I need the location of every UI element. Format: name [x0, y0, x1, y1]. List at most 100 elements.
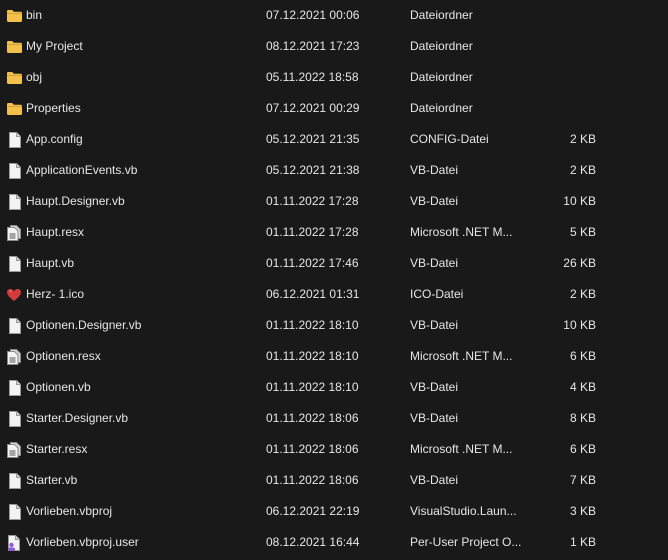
resx-file-icon: [5, 434, 23, 465]
file-date: 05.11.2022 18:58: [266, 70, 359, 84]
file-icon: [5, 372, 23, 403]
file-type: VB-Datei: [410, 194, 459, 208]
file-type: VisualStudio.Laun...: [410, 504, 517, 518]
file-type: CONFIG-Datei: [410, 132, 489, 146]
file-date: 05.12.2021 21:38: [266, 163, 360, 177]
file-date: 07.12.2021 00:06: [266, 8, 360, 22]
list-item-bin[interactable]: bin 07.12.2021 00:06 Dateiordner: [0, 0, 668, 31]
file-name: Haupt.Designer.vb: [26, 194, 125, 208]
file-icon: [5, 155, 23, 186]
file-size: 3 KB: [569, 504, 596, 518]
folder-icon: [5, 31, 23, 62]
file-size: 6 KB: [569, 442, 596, 456]
file-type: Microsoft .NET M...: [410, 225, 513, 239]
file-date: 01.11.2022 18:06: [266, 411, 359, 425]
file-type: VB-Datei: [410, 411, 459, 425]
list-item-vorlieben-vbproj[interactable]: Vorlieben.vbproj 06.12.2021 22:19 Visual…: [0, 496, 668, 527]
file-size: 7 KB: [569, 473, 596, 487]
file-type: VB-Datei: [410, 473, 459, 487]
list-item-my-project[interactable]: My Project 08.12.2021 17:23 Dateiordner: [0, 31, 668, 62]
file-date: 01.11.2022 18:06: [266, 442, 359, 456]
file-type: Dateiordner: [410, 70, 473, 84]
file-date: 07.12.2021 00:29: [266, 101, 360, 115]
file-date: 01.11.2022 17:28: [266, 194, 359, 208]
user-file-icon: [5, 527, 23, 558]
file-type: ICO-Datei: [410, 287, 464, 301]
file-size: [530, 0, 596, 31]
file-icon: [5, 496, 23, 527]
list-item-vorlieben-vbproj-user[interactable]: Vorlieben.vbproj.user 08.12.2021 16:44 P…: [0, 527, 668, 558]
file-type: Dateiordner: [410, 8, 473, 22]
file-name: bin: [26, 8, 43, 22]
file-size: 5 KB: [569, 225, 596, 239]
file-type: VB-Datei: [410, 256, 459, 270]
list-item-app-config[interactable]: App.config 05.12.2021 21:35 CONFIG-Datei…: [0, 124, 668, 155]
file-type: VB-Datei: [410, 163, 459, 177]
file-date: 01.11.2022 18:10: [266, 318, 359, 332]
file-name: Herz- 1.ico: [26, 287, 85, 301]
list-item-optionen-resx[interactable]: Optionen.resx 01.11.2022 18:10 Microsoft…: [0, 341, 668, 372]
file-name: My Project: [26, 39, 83, 53]
file-size: 1 KB: [569, 535, 596, 549]
file-date: 01.11.2022 17:28: [266, 225, 359, 239]
list-item-haupt-vb[interactable]: Haupt.vb 01.11.2022 17:46 VB-Datei 26 KB: [0, 248, 668, 279]
file-icon: [5, 465, 23, 496]
file-size: 10 KB: [563, 194, 596, 208]
file-type: Microsoft .NET M...: [410, 442, 513, 456]
file-size: 26 KB: [563, 256, 596, 270]
file-size: 6 KB: [569, 349, 596, 363]
list-item-haupt-resx[interactable]: Haupt.resx 01.11.2022 17:28 Microsoft .N…: [0, 217, 668, 248]
heart-icon: [5, 279, 23, 310]
file-size: [530, 93, 596, 124]
folder-icon: [5, 62, 23, 93]
list-item-haupt-designer-vb[interactable]: Haupt.Designer.vb 01.11.2022 17:28 VB-Da…: [0, 186, 668, 217]
list-item-starter-vb[interactable]: Starter.vb 01.11.2022 18:06 VB-Datei 7 K…: [0, 465, 668, 496]
list-item-obj[interactable]: obj 05.11.2022 18:58 Dateiordner: [0, 62, 668, 93]
list-item-starter-designer-vb[interactable]: Starter.Designer.vb 01.11.2022 18:06 VB-…: [0, 403, 668, 434]
file-date: 01.11.2022 17:46: [266, 256, 359, 270]
file-list: bin 07.12.2021 00:06 Dateiordner My Proj…: [0, 0, 668, 560]
file-type: Microsoft .NET M...: [410, 349, 513, 363]
file-icon: [5, 124, 23, 155]
file-type: Dateiordner: [410, 39, 473, 53]
list-item-optionen-vb[interactable]: Optionen.vb 01.11.2022 18:10 VB-Datei 4 …: [0, 372, 668, 403]
file-type: Per-User Project O...: [410, 535, 522, 549]
file-name: Optionen.Designer.vb: [26, 318, 142, 332]
file-size: 2 KB: [569, 132, 596, 146]
file-name: Haupt.resx: [26, 225, 85, 239]
file-name: Optionen.vb: [26, 380, 91, 394]
file-name: Starter.Designer.vb: [26, 411, 129, 425]
file-name: Haupt.vb: [26, 256, 75, 270]
file-name: Properties: [26, 101, 81, 115]
file-name: App.config: [26, 132, 83, 146]
list-item-herz-1-ico[interactable]: Herz- 1.ico 06.12.2021 01:31 ICO-Datei 2…: [0, 279, 668, 310]
folder-icon: [5, 93, 23, 124]
file-date: 01.11.2022 18:10: [266, 380, 359, 394]
list-item-properties[interactable]: Properties 07.12.2021 00:29 Dateiordner: [0, 93, 668, 124]
file-date: 08.12.2021 16:44: [266, 535, 360, 549]
file-name: obj: [26, 70, 43, 84]
resx-file-icon: [5, 217, 23, 248]
file-icon: [5, 186, 23, 217]
file-size: 8 KB: [569, 411, 596, 425]
file-name: Starter.vb: [26, 473, 78, 487]
list-item-applicationevents-vb[interactable]: ApplicationEvents.vb 05.12.2021 21:38 VB…: [0, 155, 668, 186]
file-date: 08.12.2021 17:23: [266, 39, 360, 53]
file-size: 4 KB: [569, 380, 596, 394]
file-type: VB-Datei: [410, 318, 459, 332]
list-item-starter-resx[interactable]: Starter.resx 01.11.2022 18:06 Microsoft …: [0, 434, 668, 465]
file-icon: [5, 310, 23, 341]
file-size: 2 KB: [569, 163, 596, 177]
file-name: Optionen.resx: [26, 349, 101, 363]
file-date: 06.12.2021 01:31: [266, 287, 360, 301]
file-name: ApplicationEvents.vb: [26, 163, 138, 177]
file-type: VB-Datei: [410, 380, 459, 394]
file-date: 01.11.2022 18:06: [266, 473, 359, 487]
file-type: Dateiordner: [410, 101, 473, 115]
list-item-optionen-designer-vb[interactable]: Optionen.Designer.vb 01.11.2022 18:10 VB…: [0, 310, 668, 341]
file-size: [530, 62, 596, 93]
file-icon: [5, 248, 23, 279]
file-size: 2 KB: [569, 287, 596, 301]
file-size: 10 KB: [563, 318, 596, 332]
resx-file-icon: [5, 341, 23, 372]
